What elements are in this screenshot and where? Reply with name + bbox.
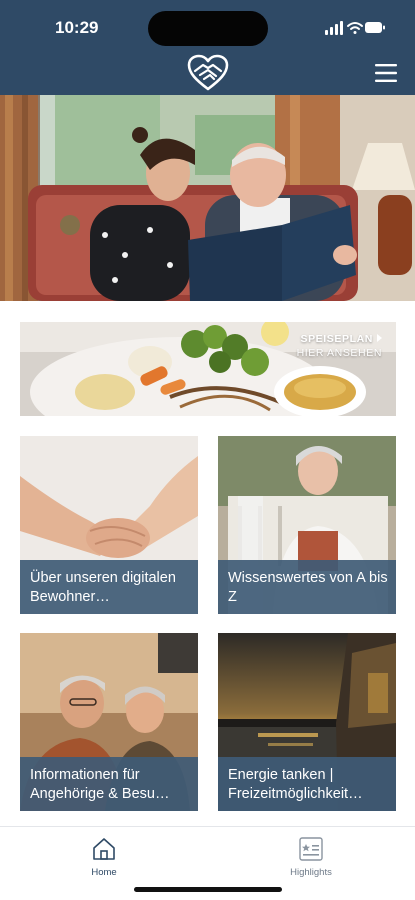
tab-highlights[interactable]: Highlights: [266, 835, 356, 878]
banner-subtitle: HIER ANSEHEN: [296, 347, 382, 359]
tab-highlights-label: Highlights: [290, 867, 332, 878]
tile-bewohner[interactable]: Über unseren digitalen Bewohner…: [20, 436, 198, 614]
status-icons: [325, 21, 385, 35]
tile-label: Energie tanken | Freizeitmöglichkeit…: [228, 767, 363, 802]
star-list-icon: [299, 837, 323, 861]
tile-wissenswertes[interactable]: Wissenswertes von A bis Z: [218, 436, 396, 614]
hero-image: [0, 95, 415, 301]
tile-label: Wissenswertes von A bis Z: [228, 570, 388, 605]
hamburger-icon[interactable]: [375, 63, 397, 83]
wifi-icon: [347, 22, 363, 34]
app-screen: 10:29 SPEISEPLAN HIER ANSEHEN Über unser…: [0, 0, 415, 900]
tile-caption: Informationen für Angehörige & Besu…: [20, 757, 198, 811]
home-indicator: [134, 887, 282, 892]
banner-title: SPEISEPLAN: [300, 333, 373, 345]
tile-label: Informationen für Angehörige & Besu…: [30, 767, 170, 802]
battery-icon: [365, 22, 385, 33]
banner-text: SPEISEPLAN HIER ANSEHEN: [297, 332, 382, 360]
arrow-right-icon: [377, 334, 382, 342]
tile-caption: Energie tanken | Freizeitmöglichkeit…: [218, 757, 396, 811]
tile-label: Über unseren digitalen Bewohner…: [30, 570, 176, 605]
tile-angehoerige[interactable]: Informationen für Angehörige & Besu…: [20, 633, 198, 811]
signal-icon: [325, 21, 343, 35]
caregiver-and-senior-reading-photo: [0, 95, 415, 301]
app-header: 10:29: [0, 0, 415, 95]
heart-hands-logo: [187, 54, 229, 91]
tile-caption: Wissenswertes von A bis Z: [218, 560, 396, 614]
speiseplan-banner[interactable]: SPEISEPLAN HIER ANSEHEN: [20, 322, 396, 416]
dynamic-island: [148, 11, 268, 46]
tile-caption: Über unseren digitalen Bewohner…: [20, 560, 198, 614]
status-time: 10:29: [55, 18, 99, 37]
tile-energie-tanken[interactable]: Energie tanken | Freizeitmöglichkeit…: [218, 633, 396, 811]
house-icon: [93, 838, 115, 860]
tab-home[interactable]: Home: [59, 835, 149, 878]
tab-home-label: Home: [91, 867, 117, 878]
